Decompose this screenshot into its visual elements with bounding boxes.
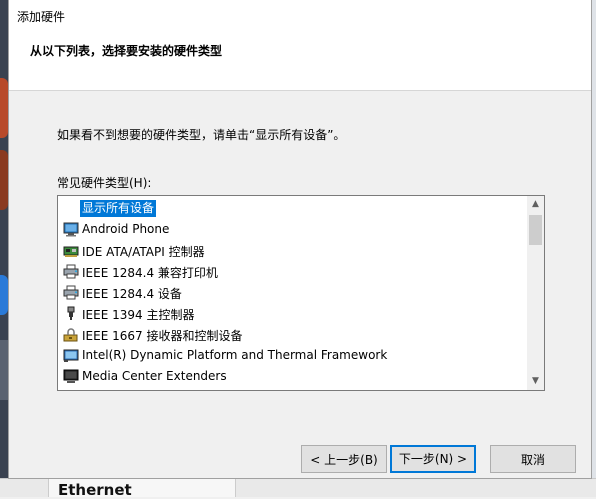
add-hardware-dialog: 添加硬件 从以下列表，选择要安装的硬件类型 如果看不到想要的硬件类型，请单击“显… <box>8 0 592 479</box>
list-item-ieee-1284-device[interactable]: IEEE 1284.4 设备 <box>58 282 526 303</box>
list-item-label: Media Center Extenders <box>82 369 227 383</box>
printer-icon <box>63 264 79 279</box>
list-item-ieee-1667[interactable]: IEEE 1667 接收器和控制设备 <box>58 324 526 345</box>
list-item-intel-dptf[interactable]: Intel(R) Dynamic Platform and Thermal Fr… <box>58 345 526 366</box>
next-button[interactable]: 下一步(N) > <box>390 445 476 473</box>
list-item-label: IDE ATA/ATAPI 控制器 <box>82 245 205 259</box>
system-device-icon <box>63 349 79 362</box>
title-bar[interactable]: 添加硬件 <box>9 0 591 32</box>
wizard-header: 从以下列表，选择要安装的硬件类型 <box>9 32 591 91</box>
list-item-ieee-1394[interactable]: IEEE 1394 主控制器 <box>58 303 526 324</box>
window-title: 添加硬件 <box>17 10 66 24</box>
list-item-label: 显示所有设备 <box>80 200 157 217</box>
cancel-button[interactable]: 取消 <box>490 445 576 473</box>
desktop-background-left <box>0 0 8 496</box>
list-item-label: IEEE 1284.4 兼容打印机 <box>82 266 218 280</box>
back-button[interactable]: < 上一步(B) <box>301 445 387 473</box>
hardware-type-list-label: 常见硬件类型(H): <box>57 176 152 190</box>
monitor-icon <box>63 222 79 237</box>
printer-icon <box>63 285 79 300</box>
list-item-media-center-extenders[interactable]: Media Center Extenders <box>58 366 526 387</box>
list-item-show-all[interactable]: 显示所有设备 <box>58 198 526 219</box>
wizard-instruction: 从以下列表，选择要安装的硬件类型 <box>30 44 223 58</box>
list-item-label: IEEE 1284.4 设备 <box>82 287 182 301</box>
list-item-label: Android Phone <box>82 222 170 236</box>
list-item-label: Intel(R) Dynamic Platform and Thermal Fr… <box>82 348 388 362</box>
scroll-thumb[interactable] <box>529 215 542 245</box>
description-text: 如果看不到想要的硬件类型，请单击“显示所有设备”。 <box>57 128 346 142</box>
list-item-android-phone[interactable]: Android Phone <box>58 219 526 240</box>
background-window-strip: Ethernet <box>0 478 596 499</box>
list-scrollbar[interactable]: ▲ ▼ <box>527 196 544 390</box>
list-item-ide-ata-atapi[interactable]: IDE ATA/ATAPI 控制器 <box>58 240 526 261</box>
scroll-down-arrow-icon[interactable]: ▼ <box>527 373 544 390</box>
hardware-type-listbox[interactable]: 显示所有设备 Android Phone IDE ATA/ATAPI 控制器 I… <box>57 195 545 391</box>
usb-plug-icon <box>67 306 75 320</box>
monitor-dark-icon <box>63 369 79 383</box>
background-ethernet-label: Ethernet <box>58 481 132 499</box>
ide-controller-icon <box>63 246 79 257</box>
list-item-label: IEEE 1667 接收器和控制设备 <box>82 329 243 343</box>
scroll-up-arrow-icon[interactable]: ▲ <box>527 196 544 213</box>
list-item-label: IEEE 1394 主控制器 <box>82 308 195 322</box>
lock-device-icon <box>63 328 78 342</box>
list-item-ieee-1284-printer[interactable]: IEEE 1284.4 兼容打印机 <box>58 261 526 282</box>
